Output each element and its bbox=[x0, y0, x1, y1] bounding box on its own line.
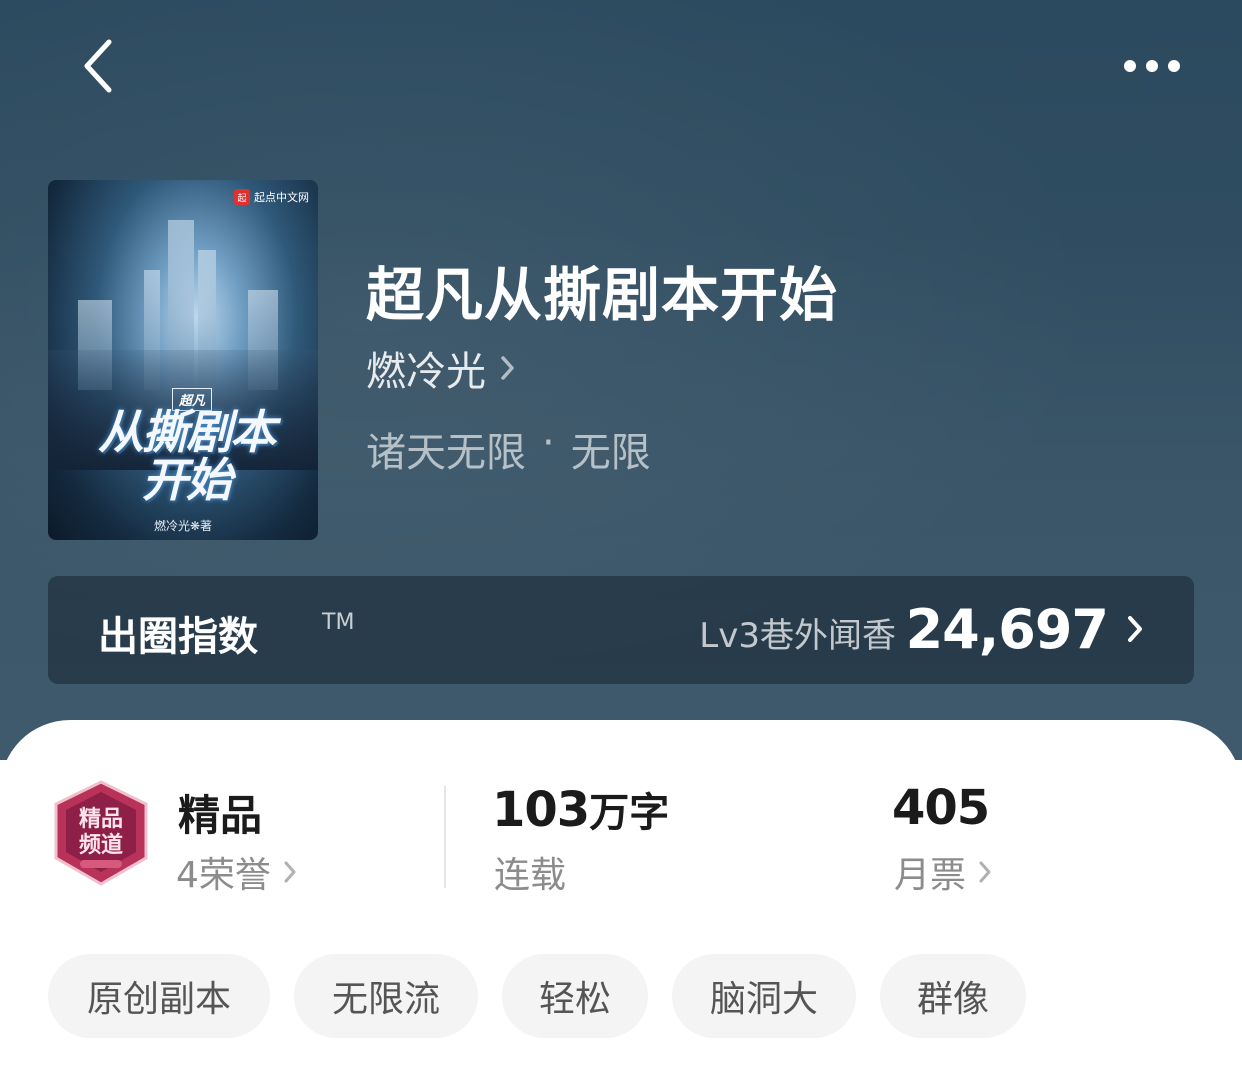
subgenre: 无限 bbox=[570, 430, 651, 476]
divider bbox=[444, 786, 446, 888]
tag-chip[interactable]: 原创副本 bbox=[48, 954, 270, 1038]
author-link[interactable]: 燃冷光 bbox=[366, 340, 516, 396]
more-horizontal-icon bbox=[1124, 60, 1136, 72]
separator: · bbox=[542, 420, 555, 466]
author-name: 燃冷光 bbox=[366, 349, 486, 395]
book-info-panel: 精品 频道 精品 4荣誉 103万字 连载 405 月票 原创副本 无限流 轻松… bbox=[0, 720, 1242, 1072]
tag-chip[interactable]: 脑洞大 bbox=[672, 954, 856, 1038]
serial-status: 连载 bbox=[494, 855, 567, 896]
tag-chip[interactable]: 轻松 bbox=[502, 954, 648, 1038]
svg-text:频道: 频道 bbox=[79, 832, 123, 858]
index-level: Lv3巷外闻香 bbox=[699, 616, 896, 656]
word-count: 103万字 bbox=[492, 782, 670, 838]
more-options-button[interactable] bbox=[1112, 46, 1192, 86]
back-button[interactable] bbox=[68, 36, 128, 96]
index-value: 24,697 bbox=[905, 598, 1109, 661]
chevron-right-icon bbox=[979, 861, 991, 883]
tag-chip[interactable]: 无限流 bbox=[294, 954, 478, 1038]
honor-count: 4荣誉 bbox=[176, 855, 271, 896]
popularity-index-bar[interactable]: 出圈指数 TM Lv3巷外闻香 24,697 bbox=[48, 576, 1194, 684]
chevron-left-icon bbox=[84, 39, 112, 93]
publisher-logo-icon: 起 bbox=[234, 189, 250, 205]
svg-text:精品: 精品 bbox=[79, 806, 123, 832]
tag-chip[interactable]: 群像 bbox=[880, 954, 1026, 1038]
cover-title: 从撕剧本 开始 bbox=[98, 405, 276, 507]
chevron-right-icon bbox=[501, 356, 514, 380]
cover-publisher: 起 起点中文网 bbox=[234, 186, 309, 208]
honor-title: 精品 bbox=[178, 791, 263, 840]
trademark-mark: TM bbox=[322, 610, 355, 635]
monthly-ticket-count: 405 bbox=[892, 780, 990, 836]
cover-author: 燃冷光❋著 bbox=[153, 519, 213, 533]
genre: 诸天无限 bbox=[366, 430, 526, 476]
honor-link[interactable]: 4荣誉 bbox=[176, 846, 297, 898]
chevron-right-icon bbox=[284, 861, 296, 883]
book-title: 超凡从撕剧本开始 bbox=[366, 261, 839, 329]
chevron-right-icon bbox=[1128, 616, 1142, 642]
premium-badge-icon: 精品 频道 bbox=[54, 780, 148, 886]
book-cover[interactable]: 起 起点中文网 超凡 从撕剧本 开始 燃冷光❋著 bbox=[48, 180, 318, 540]
genre-line: 诸天无限 · 无限 bbox=[366, 420, 651, 478]
index-label: 出圈指数 bbox=[98, 614, 258, 660]
monthly-ticket-label: 月票 bbox=[894, 855, 967, 896]
monthly-ticket-link[interactable]: 月票 bbox=[894, 846, 992, 898]
